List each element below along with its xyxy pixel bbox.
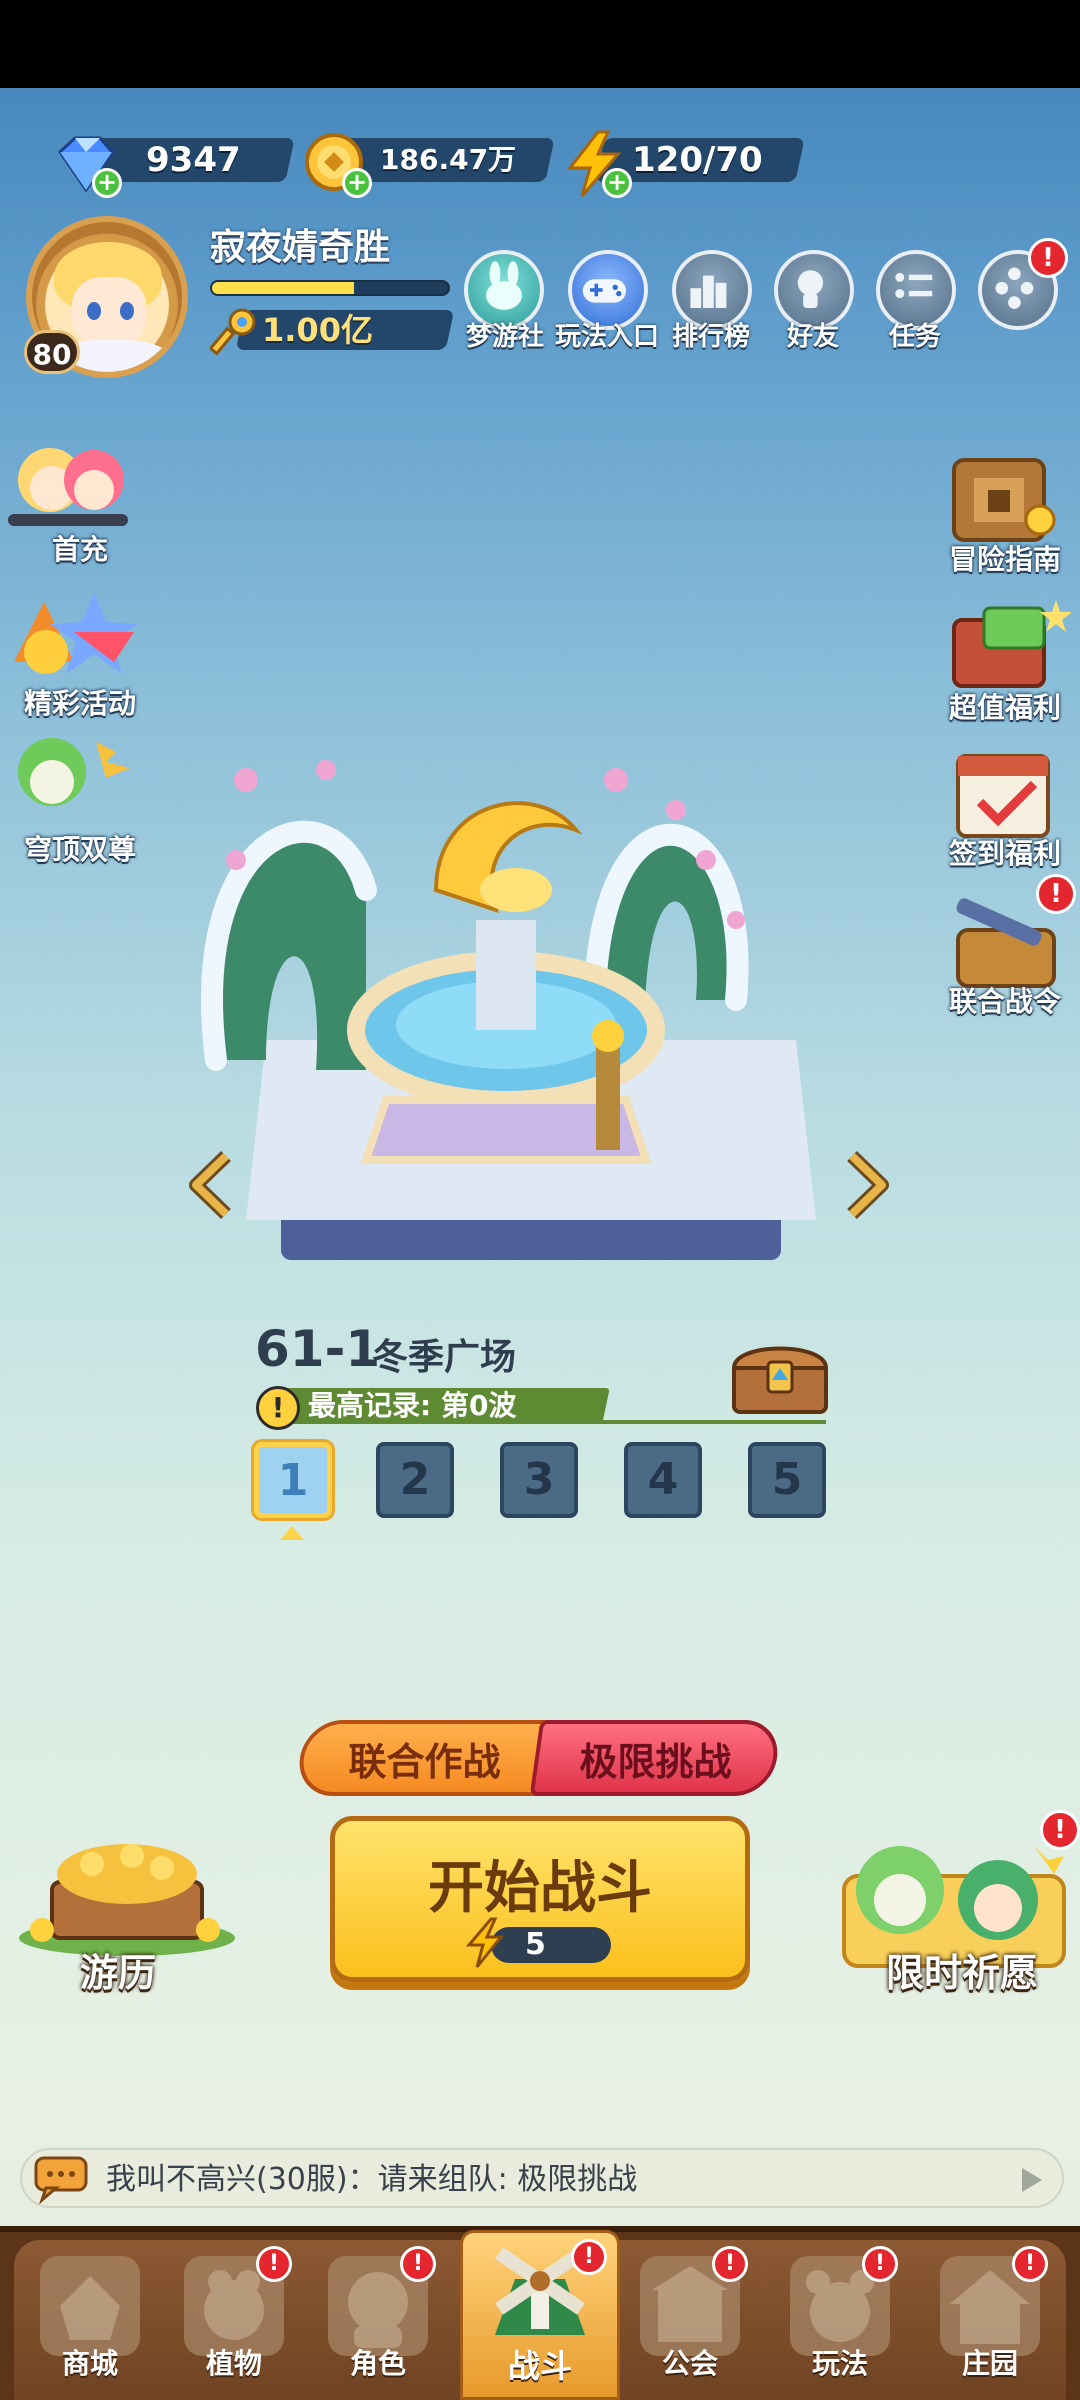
nav-label: 战斗	[507, 2347, 572, 2385]
right-side-label[interactable]: 联合战令	[920, 980, 1080, 1020]
nav-gameplay[interactable]: ! 玩法	[770, 2246, 910, 2400]
nav-guild[interactable]: ! 公会	[620, 2246, 760, 2400]
info-icon: !	[256, 1386, 300, 1430]
nav-label: 公会	[661, 2347, 718, 2380]
energy-currency[interactable]: + 120/70	[560, 130, 805, 198]
battle-pass-badge: !	[1036, 874, 1076, 914]
wave-button-2[interactable]: 2	[376, 1442, 454, 1518]
top-menu-label: 梦游社	[465, 322, 544, 352]
coin-add-button[interactable]: +	[342, 168, 372, 198]
cost-pill	[491, 1927, 611, 1963]
xp-bar	[210, 280, 450, 296]
right-side-label[interactable]: 冒险指南	[920, 538, 1080, 578]
key-currency[interactable]: 1.00亿	[210, 306, 455, 356]
coin-value: 186.47万	[380, 143, 517, 176]
stage-scene-illustration	[201, 760, 816, 1260]
top-menu-label: 好友	[786, 322, 839, 352]
xp-bar-fill	[212, 282, 354, 294]
selected-wave-caret	[280, 1526, 304, 1540]
diamond-value: 9347	[146, 140, 241, 180]
energy-add-button[interactable]: +	[602, 168, 632, 198]
first-recharge-icon[interactable]	[8, 430, 138, 540]
nav-label: 商城	[61, 2347, 118, 2380]
nav-label: 玩法	[811, 2347, 868, 2380]
wave-button-1[interactable]: 1	[254, 1442, 332, 1518]
top-menu-label: 玩法入口	[554, 322, 659, 352]
start-battle-cost-value: 5	[525, 1927, 546, 1962]
top-menu-label: 排行榜	[671, 322, 750, 352]
nav-badge: !	[400, 2246, 436, 2282]
nav-badge: !	[571, 2239, 607, 2275]
start-battle-button[interactable]: 开始战斗 5	[330, 1816, 750, 1982]
right-side-label[interactable]: 超值福利	[920, 686, 1080, 726]
record-text: 最高记录: 第0波	[308, 1389, 517, 1422]
gift-icon[interactable]	[944, 590, 1074, 700]
nav-badge: !	[256, 2246, 292, 2282]
diamond-currency[interactable]: + 9347	[50, 130, 295, 198]
energy-value: 120/70	[632, 140, 763, 180]
more-badge: !	[1028, 238, 1068, 278]
dome-icon[interactable]	[6, 722, 136, 832]
nav-character[interactable]: ! 角色	[308, 2246, 448, 2400]
chat-bubble-icon	[34, 2156, 88, 2204]
travel-chest-icon[interactable]	[12, 1826, 242, 1956]
coop-battle-tab[interactable]: 联合作战	[294, 1720, 556, 1796]
record-line	[596, 1420, 826, 1424]
status-bar	[0, 0, 1080, 88]
nav-shop[interactable]: 商城	[20, 2246, 160, 2400]
next-stage-arrow[interactable]	[842, 1150, 892, 1220]
shop-icon	[40, 2256, 140, 2356]
nav-badge: !	[712, 2246, 748, 2282]
wave-button-5[interactable]: 5	[748, 1442, 826, 1518]
top-menu-label: 任务	[888, 322, 941, 352]
wave-button-3[interactable]: 3	[500, 1442, 578, 1518]
nav-battle[interactable]: ! 战斗	[460, 2230, 620, 2400]
key-icon	[210, 308, 256, 356]
coin-currency[interactable]: + 186.47万	[300, 130, 555, 198]
stage-name: 冬季广场	[372, 1337, 517, 1378]
limit-challenge-label: 极限挑战	[579, 1740, 732, 1784]
left-side-label[interactable]: 精彩活动	[0, 682, 165, 722]
left-side-label[interactable]: 首充	[0, 528, 165, 568]
avatar-face	[72, 277, 146, 347]
left-side-label[interactable]: 穹顶双尊	[0, 828, 165, 868]
treasure-chest-icon[interactable]	[728, 1336, 832, 1416]
nav-label: 角色	[349, 2347, 406, 2380]
lightning-icon	[465, 1917, 505, 1968]
nav-badge: !	[862, 2246, 898, 2282]
limit-challenge-tab[interactable]: 极限挑战	[529, 1720, 783, 1796]
player-nickname: 寂夜婧奇胜	[210, 227, 391, 268]
nav-plant[interactable]: ! 植物	[164, 2246, 304, 2400]
nav-label: 庄园	[961, 2347, 1018, 2380]
avatar-eye	[120, 302, 134, 320]
diamond-add-button[interactable]: +	[92, 168, 122, 198]
world-chat-bar[interactable]: 我叫不高兴(30服)：请来组队: 极限挑战	[20, 2148, 1064, 2208]
right-side-label[interactable]: 签到福利	[920, 832, 1080, 872]
stage-number: 61-1	[255, 1320, 381, 1378]
limited-wish-badge: !	[1040, 1810, 1080, 1850]
player-level-badge: 80	[24, 330, 80, 374]
nav-label: 植物	[205, 2347, 262, 2380]
nav-manor[interactable]: ! 庄园	[920, 2246, 1060, 2400]
limited-wish-label[interactable]: 限时祈愿	[886, 1942, 1038, 1997]
start-battle-cost: 5	[465, 1917, 625, 1968]
chat-expand-arrow-icon[interactable]	[1022, 2168, 1042, 2192]
key-value: 1.00亿	[262, 311, 373, 349]
coop-battle-label: 联合作战	[348, 1740, 501, 1784]
travel-label[interactable]: 游历	[80, 1942, 156, 1997]
event-icon[interactable]	[14, 582, 144, 692]
nav-badge: !	[1012, 2246, 1048, 2282]
chat-message: 我叫不高兴(30服)：请来组队: 极限挑战	[106, 2162, 638, 2197]
start-battle-label: 开始战斗	[428, 1856, 652, 1921]
wave-button-4[interactable]: 4	[624, 1442, 702, 1518]
previous-stage-arrow[interactable]	[186, 1150, 236, 1220]
avatar-eye	[87, 302, 101, 320]
